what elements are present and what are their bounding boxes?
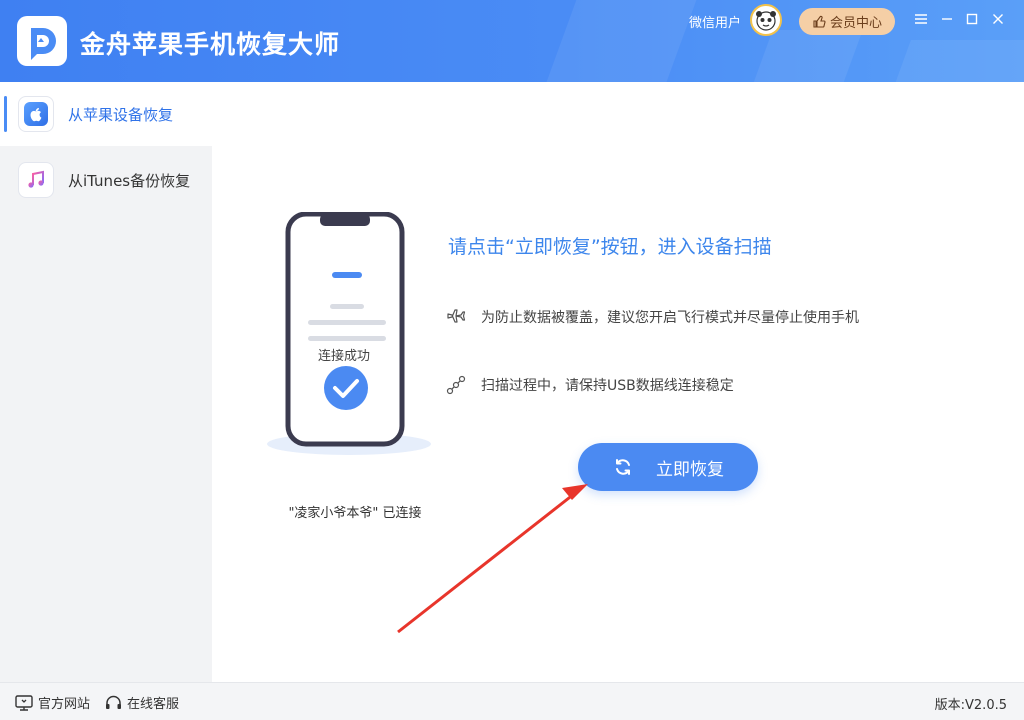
sidebar-item-label: 从苹果设备恢复 — [68, 106, 174, 124]
phone-illustration-icon — [267, 211, 431, 455]
apple-icon — [24, 102, 48, 126]
title-bar: 金舟苹果手机恢复大师 微信用户 会员中心 — [0, 0, 1024, 82]
maximize-button[interactable] — [961, 8, 983, 30]
device-connected-status: "凌家小爷本爷" 已连接 — [288, 506, 422, 521]
usb-cable-icon — [446, 375, 466, 395]
sidebar-item-apple-device[interactable]: 从苹果设备恢复 — [0, 82, 212, 146]
main-panel: 连接成功 "凌家小爷本爷" 已连接 请点击“立即恢复”按钮，进入设备扫描 为防止… — [212, 82, 1024, 682]
hamburger-menu-icon — [915, 14, 927, 24]
headset-icon — [106, 695, 121, 709]
vip-center-label: 会员中心 — [829, 16, 882, 31]
sidebar-item-itunes-backup[interactable]: 从iTunes备份恢复 — [0, 148, 212, 212]
panda-avatar-icon — [756, 11, 776, 31]
footer-bar: 官方网站 在线客服 版本:V2.0.5 — [0, 682, 1024, 720]
thumbs-up-icon — [813, 15, 826, 28]
user-name[interactable]: 微信用户 — [689, 12, 741, 31]
avatar[interactable] — [750, 4, 782, 36]
close-button[interactable] — [987, 8, 1009, 30]
online-support-label: 在线客服 — [127, 697, 180, 712]
app-title: 金舟苹果手机恢复大师 — [80, 30, 341, 59]
sidebar-item-label: 从iTunes备份恢复 — [68, 172, 191, 190]
online-support-link[interactable]: 在线客服 — [105, 693, 179, 712]
monitor-icon — [15, 694, 33, 711]
header-decoration — [747, 30, 863, 82]
version-label: 版本:V2.0.5 — [934, 698, 1007, 713]
music-note-icon — [28, 170, 44, 188]
instruction-headline: 请点击“立即恢复”按钮，进入设备扫描 — [448, 236, 772, 258]
tip-text: 为防止数据被覆盖，建议您开启飞行模式并尽量停止使用手机 — [481, 310, 859, 326]
app-logo-icon — [31, 28, 56, 60]
airplane-icon — [447, 309, 466, 323]
tip-usb-stable: 扫描过程中，请保持USB数据线连接稳定 — [445, 374, 734, 396]
vip-center-button[interactable]: 会员中心 — [799, 8, 895, 35]
official-website-link[interactable]: 官方网站 — [15, 693, 90, 712]
sidebar: 从苹果设备恢复 从iTunes备份恢复 — [0, 82, 212, 682]
sidebar-icon-box — [18, 96, 54, 132]
maximize-icon — [966, 13, 978, 25]
recover-now-button[interactable]: 立即恢复 — [578, 443, 758, 491]
active-indicator — [4, 96, 7, 132]
app-logo — [17, 16, 67, 66]
phone-illustration: 连接成功 — [264, 211, 434, 462]
minimize-icon — [942, 18, 952, 20]
refresh-icon — [616, 459, 630, 475]
minimize-button[interactable] — [936, 8, 958, 30]
close-icon — [993, 14, 1003, 24]
header-decoration — [889, 40, 1024, 82]
official-website-label: 官方网站 — [38, 697, 91, 712]
tip-airplane-mode: 为防止数据被覆盖，建议您开启飞行模式并尽量停止使用手机 — [445, 306, 859, 328]
phone-status-text: 连接成功 — [318, 349, 371, 364]
menu-button[interactable] — [910, 8, 932, 30]
tip-text: 扫描过程中，请保持USB数据线连接稳定 — [481, 378, 734, 394]
recover-now-label: 立即恢复 — [656, 459, 724, 480]
header-decoration — [539, 0, 701, 82]
sidebar-icon-box — [18, 162, 54, 198]
